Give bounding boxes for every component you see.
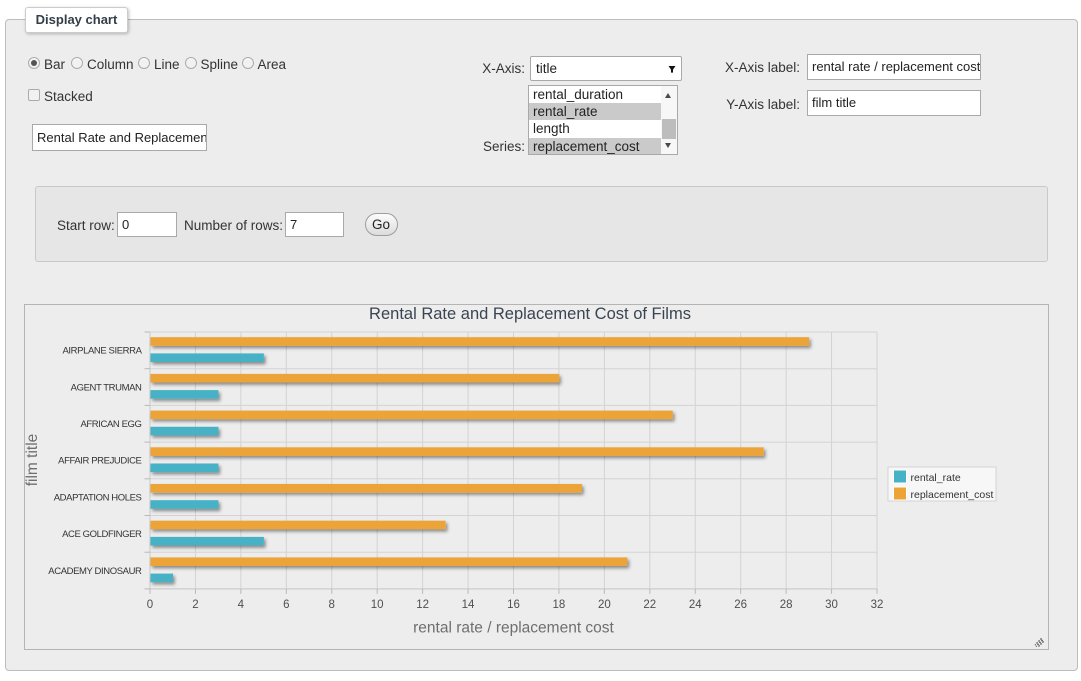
svg-text:AFFAIR PREJUDICE: AFFAIR PREJUDICE (58, 456, 141, 467)
svg-text:26: 26 (734, 599, 747, 611)
svg-text:22: 22 (643, 599, 656, 611)
svg-text:AIRPLANE SIERRA: AIRPLANE SIERRA (63, 346, 143, 357)
svg-text:ACADEMY DINOSAUR: ACADEMY DINOSAUR (48, 566, 142, 577)
svg-text:16: 16 (507, 599, 520, 611)
svg-text:film title: film title (24, 434, 41, 487)
svg-text:20: 20 (598, 599, 611, 611)
svg-text:ACE GOLDFINGER: ACE GOLDFINGER (62, 529, 142, 540)
svg-text:AGENT TRUMAN: AGENT TRUMAN (71, 382, 142, 393)
svg-text:0: 0 (147, 599, 153, 611)
svg-text:28: 28 (780, 599, 793, 611)
svg-text:32: 32 (871, 599, 884, 611)
svg-text:AFRICAN EGG: AFRICAN EGG (80, 419, 141, 430)
svg-text:18: 18 (553, 599, 566, 611)
svg-text:24: 24 (689, 599, 702, 611)
svg-text:ADAPTATION HOLES: ADAPTATION HOLES (54, 492, 142, 503)
svg-text:12: 12 (416, 599, 429, 611)
svg-text:6: 6 (283, 599, 289, 611)
svg-text:rental rate / replacement cost: rental rate / replacement cost (413, 620, 614, 637)
svg-text:4: 4 (238, 599, 245, 611)
svg-text:Rental Rate and Replacement Co: Rental Rate and Replacement Cost of Film… (369, 305, 691, 323)
svg-text:replacement_cost: replacement_cost (911, 489, 994, 501)
svg-text:30: 30 (825, 599, 838, 611)
svg-text:8: 8 (329, 599, 335, 611)
svg-text:10: 10 (371, 599, 384, 611)
svg-text:14: 14 (462, 599, 475, 611)
svg-text:rental_rate: rental_rate (911, 472, 961, 484)
svg-text:2: 2 (192, 599, 198, 611)
